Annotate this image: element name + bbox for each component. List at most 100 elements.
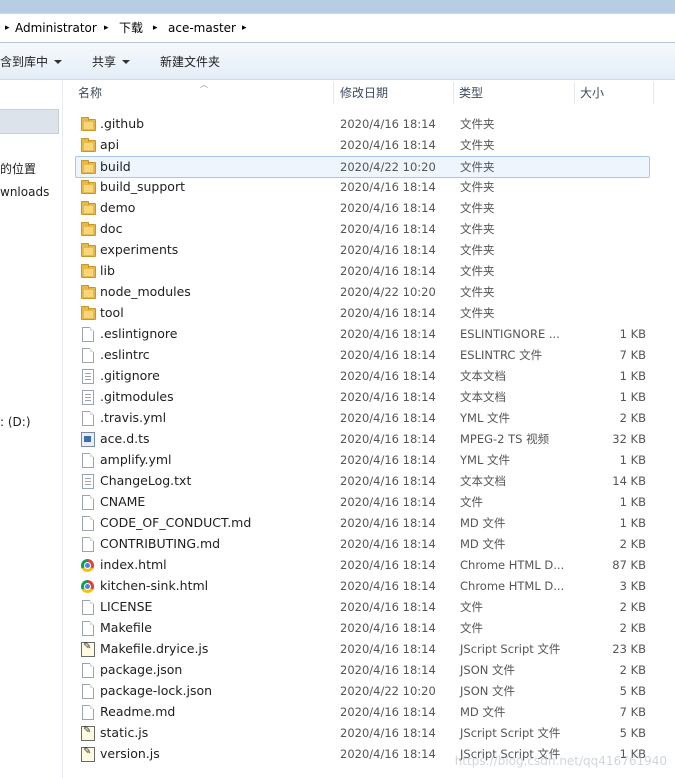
file-row[interactable]: api 2020/4/16 18:14 文件夹 bbox=[76, 135, 649, 155]
command-bar: 含到库中 共享 新建文件夹 bbox=[0, 43, 675, 80]
file-row[interactable]: CONTRIBUTING.md 2020/4/16 18:14 MD 文件 2 KB bbox=[76, 534, 649, 554]
file-type: 文本文档 bbox=[460, 474, 506, 488]
share-button[interactable]: 共享 bbox=[92, 55, 131, 70]
file-type: 文本文档 bbox=[460, 390, 506, 404]
file-row[interactable]: .eslintrc 2020/4/16 18:14 ESLINTRC 文件 7 KB bbox=[76, 345, 649, 365]
column-divider[interactable] bbox=[333, 82, 334, 104]
include-in-library-button[interactable]: 含到库中 bbox=[0, 55, 63, 70]
file-row[interactable]: experiments 2020/4/16 18:14 文件夹 bbox=[76, 240, 649, 260]
file-date: 2020/4/16 18:14 bbox=[340, 747, 436, 761]
breadcrumb-chevron-icon[interactable]: ▸ bbox=[153, 21, 158, 36]
file-type: 文件夹 bbox=[460, 306, 495, 320]
file-type: 文件夹 bbox=[460, 138, 495, 152]
file-row[interactable]: demo 2020/4/16 18:14 文件夹 bbox=[76, 198, 649, 218]
breadcrumb-administrator[interactable]: Administrator bbox=[15, 21, 97, 36]
column-divider[interactable] bbox=[453, 82, 454, 104]
file-date: 2020/4/16 18:14 bbox=[340, 579, 436, 593]
address-bar[interactable]: Administrator ▸ ▸ 下载 ▸ ace-master ▸ bbox=[0, 14, 675, 43]
file-row[interactable]: .eslintignore 2020/4/16 18:14 ESLINTIGNORE… bbox=[76, 324, 649, 344]
nav-item-recent-places[interactable]: 的位置 bbox=[0, 162, 36, 177]
file-date: 2020/4/16 18:14 bbox=[340, 663, 436, 677]
breadcrumb-downloads[interactable]: 下载 bbox=[119, 21, 143, 36]
file-date: 2020/4/16 18:14 bbox=[340, 558, 436, 572]
file-icon bbox=[81, 453, 95, 468]
file-date: 2020/4/16 18:14 bbox=[340, 369, 436, 383]
file-row[interactable]: amplify.yml 2020/4/16 18:14 YML 文件 1 KB bbox=[76, 450, 649, 470]
file-name: CONTRIBUTING.md bbox=[100, 536, 221, 551]
file-row[interactable]: CNAME 2020/4/16 18:14 文件 1 KB bbox=[76, 492, 649, 512]
folder-icon bbox=[81, 117, 96, 131]
file-row[interactable]: .gitignore 2020/4/16 18:14 文本文档 1 KB bbox=[76, 366, 649, 386]
sort-ascending-icon: ︿ bbox=[200, 80, 208, 89]
breadcrumb-ace-master[interactable]: ace-master bbox=[168, 21, 236, 36]
file-name: build bbox=[100, 159, 131, 174]
file-icon bbox=[81, 684, 95, 699]
include-in-library-label: 含到库中 bbox=[0, 55, 49, 69]
file-icon bbox=[81, 663, 95, 678]
file-row[interactable]: ace.d.ts 2020/4/16 18:14 MPEG-2 TS 视频 32 KB bbox=[76, 429, 649, 449]
file-type: 文件夹 bbox=[460, 160, 495, 174]
file-row[interactable]: .github 2020/4/16 18:14 文件夹 bbox=[76, 114, 649, 134]
file-type: Chrome HTML D... bbox=[460, 558, 565, 572]
file-size: 1 KB bbox=[619, 390, 646, 404]
file-row[interactable]: .travis.yml 2020/4/16 18:14 YML 文件 2 KB bbox=[76, 408, 649, 428]
file-row[interactable]: index.html 2020/4/16 18:14 Chrome HTML D..… bbox=[76, 555, 649, 575]
breadcrumb-chevron-icon[interactable]: ▸ bbox=[104, 21, 109, 36]
file-name: version.js bbox=[100, 746, 160, 761]
file-row[interactable]: LICENSE 2020/4/16 18:14 文件 2 KB bbox=[76, 597, 649, 617]
file-name: lib bbox=[100, 263, 115, 278]
file-type: MD 文件 bbox=[460, 537, 506, 551]
file-name: LICENSE bbox=[100, 599, 153, 614]
file-row[interactable]: CODE_OF_CONDUCT.md 2020/4/16 18:14 MD 文件 1 … bbox=[76, 513, 649, 533]
file-type: MD 文件 bbox=[460, 705, 506, 719]
nav-item-downloads[interactable]: wnloads bbox=[0, 185, 49, 200]
nav-selected-item[interactable] bbox=[0, 109, 59, 134]
column-header-size[interactable]: 大小 bbox=[580, 86, 604, 101]
folder-icon bbox=[81, 285, 96, 299]
file-type: 文件夹 bbox=[460, 180, 495, 194]
file-date: 2020/4/16 18:14 bbox=[340, 117, 436, 131]
file-date: 2020/4/16 18:14 bbox=[340, 621, 436, 635]
column-divider[interactable] bbox=[653, 82, 654, 104]
file-date: 2020/4/16 18:14 bbox=[340, 411, 436, 425]
file-date: 2020/4/16 18:14 bbox=[340, 705, 436, 719]
file-row[interactable]: Makefile 2020/4/16 18:14 文件 2 KB bbox=[76, 618, 649, 638]
file-row[interactable]: .gitmodules 2020/4/16 18:14 文本文档 1 KB bbox=[76, 387, 649, 407]
file-row[interactable]: kitchen-sink.html 2020/4/16 18:14 Chrome H… bbox=[76, 576, 649, 596]
file-row[interactable]: node_modules 2020/4/22 10:20 文件夹 bbox=[76, 282, 649, 302]
script-file-icon bbox=[81, 746, 95, 762]
column-header-type[interactable]: 类型 bbox=[459, 86, 483, 101]
breadcrumb-chevron-icon[interactable]: ▸ bbox=[5, 21, 10, 36]
share-label: 共享 bbox=[92, 55, 117, 69]
file-type: 文件夹 bbox=[460, 243, 495, 257]
file-row[interactable]: build 2020/4/22 10:20 文件夹 bbox=[75, 156, 650, 178]
file-row[interactable]: ChangeLog.txt 2020/4/16 18:14 文本文档 14 KB bbox=[76, 471, 649, 491]
file-row[interactable]: package-lock.json 2020/4/22 10:20 JSON 文件 5… bbox=[76, 681, 649, 701]
file-name: kitchen-sink.html bbox=[100, 578, 209, 593]
file-row[interactable]: lib 2020/4/16 18:14 文件夹 bbox=[76, 261, 649, 281]
file-row[interactable]: static.js 2020/4/16 18:14 JScript Script 文… bbox=[76, 723, 649, 743]
column-header-date[interactable]: 修改日期 bbox=[340, 86, 388, 101]
breadcrumb-chevron-icon[interactable]: ▸ bbox=[242, 21, 247, 36]
file-row[interactable]: package.json 2020/4/16 18:14 JSON 文件 2 KB bbox=[76, 660, 649, 680]
file-row[interactable]: Makefile.dryice.js 2020/4/16 18:14 JScript… bbox=[76, 639, 649, 659]
file-type: JSON 文件 bbox=[460, 663, 516, 677]
nav-item-drive-d[interactable]: : (D:) bbox=[0, 415, 31, 430]
column-divider[interactable] bbox=[574, 82, 575, 104]
file-date: 2020/4/16 18:14 bbox=[340, 327, 436, 341]
file-size: 14 KB bbox=[612, 474, 646, 488]
file-name: experiments bbox=[100, 242, 179, 257]
new-folder-button[interactable]: 新建文件夹 bbox=[160, 55, 220, 70]
file-row[interactable]: doc 2020/4/16 18:14 文件夹 bbox=[76, 219, 649, 239]
file-date: 2020/4/16 18:14 bbox=[340, 453, 436, 467]
file-row[interactable]: tool 2020/4/16 18:14 文件夹 bbox=[76, 303, 649, 323]
file-name: index.html bbox=[100, 557, 167, 572]
file-row[interactable]: Readme.md 2020/4/16 18:14 MD 文件 7 KB bbox=[76, 702, 649, 722]
column-header-name[interactable]: 名称 bbox=[78, 86, 102, 101]
file-size: 3 KB bbox=[619, 579, 646, 593]
text-document-icon bbox=[81, 390, 95, 405]
file-row[interactable]: build_support 2020/4/16 18:14 文件夹 bbox=[76, 177, 649, 197]
file-icon bbox=[81, 348, 95, 363]
file-name: .eslintignore bbox=[100, 326, 178, 341]
text-document-icon bbox=[81, 369, 95, 384]
